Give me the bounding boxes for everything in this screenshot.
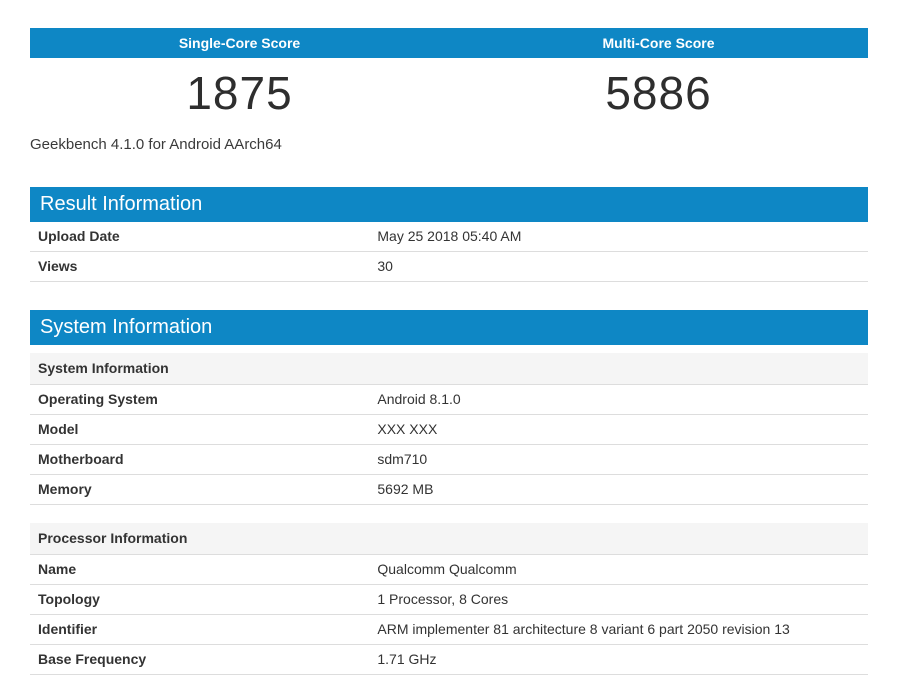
system-information-header: System Information [30,310,868,345]
row-value: 1 Processor, 8 Cores [377,591,509,607]
row-value: 1.71 GHz [377,651,437,667]
multi-core-score-label: Multi-Core Score [602,35,715,51]
geekbench-result-page: Single-Core Score Multi-Core Score 1875 … [30,28,868,690]
row-label: Operating System [38,391,158,407]
row-value: May 25 2018 05:40 AM [377,228,522,244]
table-row: Model XXX XXX [30,415,868,445]
row-label: Views [38,258,78,274]
score-values-row: 1875 5886 [30,58,868,130]
row-value: ARM implementer 81 architecture 8 varian… [377,621,790,637]
row-label: Name [38,561,77,577]
single-core-score-value: 1875 [186,67,293,119]
table-row: Base Frequency 1.71 GHz [30,645,868,675]
row-value: XXX XXX [377,421,438,437]
table-row: Name Qualcomm Qualcomm [30,555,868,585]
table-row: Topology 1 Processor, 8 Cores [30,585,868,615]
table-row: Upload Date May 25 2018 05:40 AM [30,222,868,252]
processor-information-table: Name Qualcomm Qualcomm Topology 1 Proces… [30,555,868,675]
row-value: Qualcomm Qualcomm [377,561,517,577]
row-value: 30 [377,258,393,274]
system-information-section: System Information System Information Op… [30,310,868,675]
benchmark-version-caption: Geekbench 4.1.0 for Android AArch64 [30,136,282,153]
row-label: Base Frequency [38,651,147,667]
row-label: Topology [38,591,100,607]
table-row: Views 30 [30,252,868,282]
group-heading-system-information: System Information [30,353,868,385]
multi-core-score-value: 5886 [605,67,712,119]
result-information-table: Upload Date May 25 2018 05:40 AM Views 3… [30,222,868,282]
table-row: Operating System Android 8.1.0 [30,385,868,415]
group-heading-processor-information: Processor Information [30,523,868,555]
row-value: Android 8.1.0 [377,391,461,407]
table-row: Identifier ARM implementer 81 architectu… [30,615,868,645]
score-header-bar: Single-Core Score Multi-Core Score [30,28,868,58]
system-information-table: Operating System Android 8.1.0 Model XXX… [30,385,868,505]
table-row: Memory 5692 MB [30,475,868,505]
row-label: Upload Date [38,228,120,244]
single-core-score-label: Single-Core Score [178,35,301,51]
table-row: Motherboard sdm710 [30,445,868,475]
result-information-header: Result Information [30,187,868,222]
row-label: Identifier [38,621,98,637]
row-value: sdm710 [377,451,428,467]
row-label: Model [38,421,79,437]
result-information-section: Result Information Upload Date May 25 20… [30,187,868,282]
row-label: Motherboard [38,451,124,467]
row-label: Memory [38,481,92,497]
row-value: 5692 MB [377,481,434,497]
